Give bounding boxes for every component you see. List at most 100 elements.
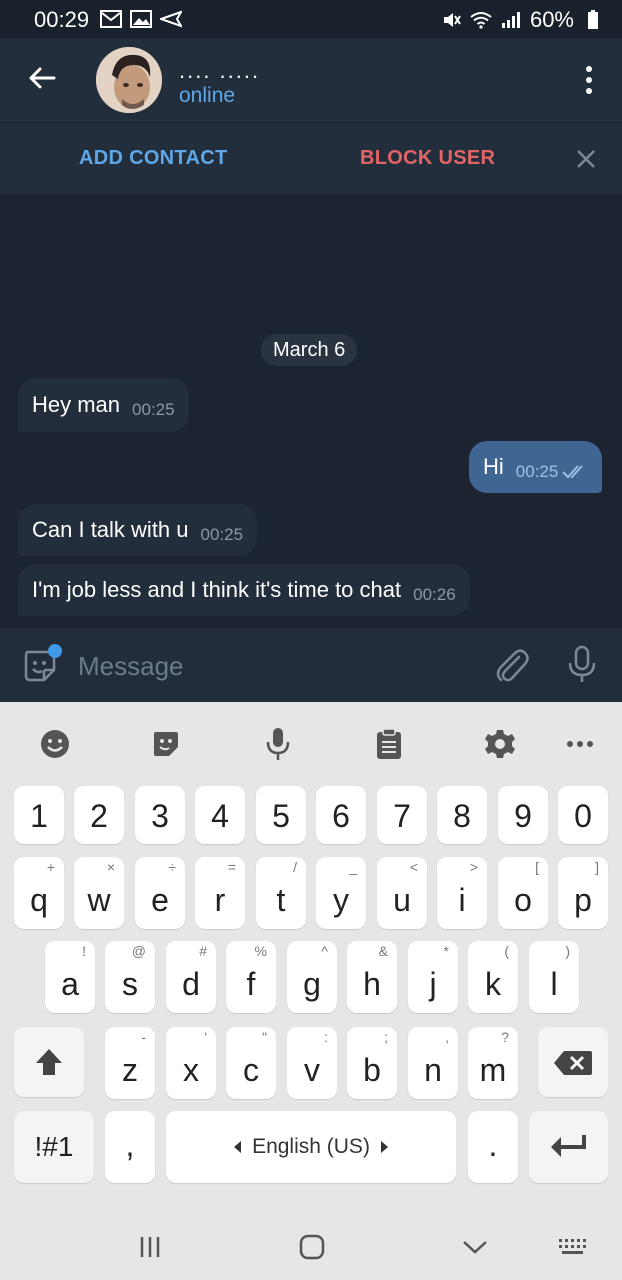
key-6[interactable]: 6 xyxy=(316,786,366,844)
keyboard-settings-button[interactable] xyxy=(482,726,518,762)
sticker-icon xyxy=(154,732,178,756)
key-3[interactable]: 3 xyxy=(135,786,185,844)
avatar[interactable] xyxy=(96,47,162,113)
key-p[interactable]: ] p xyxy=(558,857,608,929)
key-v[interactable]: :v xyxy=(287,1027,337,1099)
more-dot xyxy=(586,77,592,83)
key-w[interactable]: × w xyxy=(74,857,124,929)
key-label: 1 xyxy=(30,798,48,834)
voice-message-button[interactable] xyxy=(566,644,598,684)
key-j[interactable]: * j xyxy=(408,941,458,1013)
home-button[interactable] xyxy=(292,1230,332,1264)
backspace-key[interactable] xyxy=(538,1027,608,1097)
key-f[interactable]: % f xyxy=(226,941,276,1013)
key-g[interactable]: ^ g xyxy=(287,941,337,1013)
key-secondary: [ xyxy=(535,859,539,875)
emoji-button[interactable] xyxy=(37,726,73,762)
key-label: o xyxy=(514,882,532,918)
keyboard-switch-button[interactable] xyxy=(553,1230,593,1264)
clipboard-button[interactable] xyxy=(371,726,407,762)
message-incoming[interactable]: Can I talk with u 00:25 xyxy=(18,504,258,556)
key-4[interactable]: 4 xyxy=(195,786,245,844)
key-c[interactable]: " c xyxy=(226,1027,276,1099)
key-5[interactable]: 5 xyxy=(256,786,306,844)
key-x[interactable]: ' x xyxy=(166,1027,216,1099)
symbols-key[interactable]: !#1 xyxy=(14,1111,94,1183)
block-user-button[interactable]: BLOCK USER xyxy=(360,147,495,170)
more-dot xyxy=(586,88,592,94)
key-label: j xyxy=(429,966,437,1002)
key-secondary: = xyxy=(227,859,236,875)
key-label: 7 xyxy=(393,798,411,834)
key-y[interactable]: _ y xyxy=(316,857,366,929)
key-secondary: / xyxy=(293,859,297,875)
key-u[interactable]: < u xyxy=(377,857,427,929)
comma-key[interactable]: , xyxy=(105,1111,155,1183)
mail-notification-icon xyxy=(100,8,122,30)
key-secondary: ^ xyxy=(321,943,328,959)
key-secondary: & xyxy=(378,943,388,959)
wifi-icon xyxy=(470,9,492,31)
message-incoming[interactable]: I'm job less and I think it's time to ch… xyxy=(18,564,470,616)
message-input[interactable] xyxy=(78,646,458,686)
key-r[interactable]: = r xyxy=(195,857,245,929)
microphone-icon xyxy=(568,645,596,682)
attach-button[interactable] xyxy=(494,646,530,686)
key-label: u xyxy=(393,882,411,918)
key-7[interactable]: 7 xyxy=(377,786,427,844)
key-h[interactable]: & h xyxy=(347,941,397,1013)
contact-name[interactable]: .... ..... xyxy=(179,58,260,84)
key-b[interactable]: ; b xyxy=(347,1027,397,1099)
message-outgoing[interactable]: Hi 00:25 xyxy=(469,441,603,493)
close-action-bar-button[interactable] xyxy=(574,147,598,171)
key-0[interactable]: 0 xyxy=(558,786,608,844)
key-k[interactable]: (k xyxy=(468,941,518,1013)
key-e[interactable]: ÷ e xyxy=(135,857,185,929)
sticker-keyboard-button[interactable] xyxy=(148,726,184,762)
key-8[interactable]: 8 xyxy=(437,786,487,844)
message-list[interactable]: March 6 Hey man 00:25 Hi 00:25 Can I tal… xyxy=(0,194,622,628)
enter-key[interactable] xyxy=(529,1111,608,1183)
space-key[interactable]: English (US) xyxy=(166,1111,456,1183)
key-a[interactable]: ! a xyxy=(45,941,95,1013)
key-n[interactable]: ,n xyxy=(408,1027,458,1099)
contact-status: online xyxy=(179,84,236,107)
key-label: l xyxy=(550,966,558,1002)
key-l[interactable]: ) l xyxy=(529,941,579,1013)
add-contact-button[interactable]: ADD CONTACT xyxy=(79,147,227,170)
contact-action-bar: ADD CONTACT BLOCK USER xyxy=(0,122,622,194)
language-right-arrow-icon xyxy=(380,1141,388,1153)
key-secondary: ! xyxy=(82,943,86,959)
shift-key[interactable] xyxy=(14,1027,84,1097)
key-secondary: ' xyxy=(204,1029,207,1045)
more-horizontal-icon xyxy=(567,741,593,747)
enter-icon xyxy=(551,1135,586,1157)
more-tools-button[interactable] xyxy=(562,726,598,762)
message-incoming[interactable]: Hey man 00:25 xyxy=(18,378,189,432)
back-button[interactable] xyxy=(22,58,62,98)
key-s[interactable]: @ s xyxy=(105,941,155,1013)
key-9[interactable]: 9 xyxy=(498,786,548,844)
more-options-button[interactable] xyxy=(574,60,604,100)
key-m[interactable]: ? m xyxy=(468,1027,518,1099)
key-o[interactable]: [o xyxy=(498,857,548,929)
key-secondary: < xyxy=(409,859,418,875)
key-2[interactable]: 2 xyxy=(74,786,124,844)
period-key[interactable]: . xyxy=(468,1111,518,1183)
key-label: y xyxy=(333,882,349,918)
recent-apps-button[interactable] xyxy=(130,1230,170,1264)
key-i[interactable]: > i xyxy=(437,857,487,929)
key-q[interactable]: + q xyxy=(14,857,64,929)
key-label: a xyxy=(61,966,79,1002)
key-d[interactable]: # d xyxy=(166,941,216,1013)
clock: 00:29 xyxy=(34,7,90,32)
key-1[interactable]: 1 xyxy=(14,786,64,844)
key-z[interactable]: -z xyxy=(105,1027,155,1099)
key-secondary: ( xyxy=(504,943,509,959)
hide-keyboard-button[interactable] xyxy=(455,1230,495,1264)
voice-input-button[interactable] xyxy=(260,726,296,762)
key-t[interactable]: / t xyxy=(256,857,306,929)
close-icon xyxy=(577,150,595,168)
key-label: g xyxy=(303,966,321,1002)
message-time: 00:26 xyxy=(413,585,456,604)
